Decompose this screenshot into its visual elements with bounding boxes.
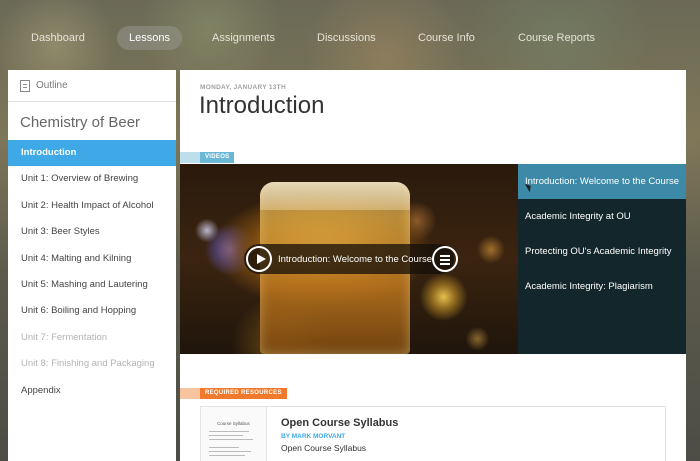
top-nav: Dashboard Lessons Assignments Discussion… [0,26,700,50]
resource-card[interactable]: Course Syllabus Open Course Syllabus BY … [200,406,666,461]
sidebar-item-introduction[interactable]: Introduction [8,140,176,167]
playlist-item[interactable]: Academic Integrity: Plagiarism [518,269,686,304]
required-tag-stub [180,388,200,399]
playlist-item[interactable]: Protecting OU's Academic Integrity [518,234,686,269]
videos-section-tag: VIDEOS [200,152,235,163]
document-icon [20,79,30,92]
nav-course-info[interactable]: Course Info [406,26,487,50]
thumbnail-title: Course Syllabus [217,421,250,426]
videos-tag-stub [180,152,200,163]
sidebar-item-unit-6[interactable]: Unit 6: Boiling and Hopping [8,298,176,324]
video-now-playing: Introduction: Welcome to the Course [278,253,433,265]
nav-lessons[interactable]: Lessons [117,26,182,50]
nav-dashboard[interactable]: Dashboard [19,26,97,50]
playlist-item[interactable]: Introduction: Welcome to the Course [518,164,686,199]
sidebar-item-unit-4[interactable]: Unit 4: Malting and Kilning [8,246,176,272]
sidebar-item-unit-2[interactable]: Unit 2: Health Impact of Alcohol [8,193,176,219]
outline-toggle[interactable]: Outline [8,70,176,102]
sidebar-item-unit-3[interactable]: Unit 3: Beer Styles [8,219,176,245]
sidebar-item-unit-8[interactable]: Unit 8: Finishing and Packaging [8,351,176,377]
video-playlist: Introduction: Welcome to the Course Acad… [518,164,686,354]
main-panel: MONDAY, JANUARY 13TH Introduction VIDEOS… [180,70,686,461]
resource-author[interactable]: BY MARK MORVANT [281,433,345,440]
resource-description: Open Course Syllabus [281,443,367,453]
playlist-item[interactable]: Academic Integrity at OU [518,199,686,234]
sidebar-item-unit-5[interactable]: Unit 5: Mashing and Lautering [8,272,176,298]
video-control-bar: Introduction: Welcome to the Course [244,244,459,274]
page-title: Introduction [199,92,325,119]
lesson-date: MONDAY, JANUARY 13TH [200,84,286,91]
resource-title[interactable]: Open Course Syllabus [281,417,398,429]
sidebar: Outline Chemistry of Beer Introduction U… [8,70,176,461]
nav-course-reports[interactable]: Course Reports [506,26,607,50]
video-player[interactable]: Introduction: Welcome to the Course [180,164,518,354]
nav-discussions[interactable]: Discussions [305,26,388,50]
sidebar-item-unit-1[interactable]: Unit 1: Overview of Brewing [8,166,176,192]
outline-label: Outline [36,80,68,91]
sidebar-item-appendix[interactable]: Appendix [8,378,176,404]
sidebar-item-unit-7[interactable]: Unit 7: Fermentation [8,325,176,351]
required-resources-tag: REQUIRED RESOURCES [200,388,287,399]
video-menu-icon[interactable] [432,246,459,272]
nav-assignments[interactable]: Assignments [200,26,287,50]
syllabus-thumbnail[interactable]: Course Syllabus [201,407,267,461]
course-title: Chemistry of Beer [20,114,141,131]
beer-foam-image [260,182,410,210]
play-icon[interactable] [246,246,272,272]
